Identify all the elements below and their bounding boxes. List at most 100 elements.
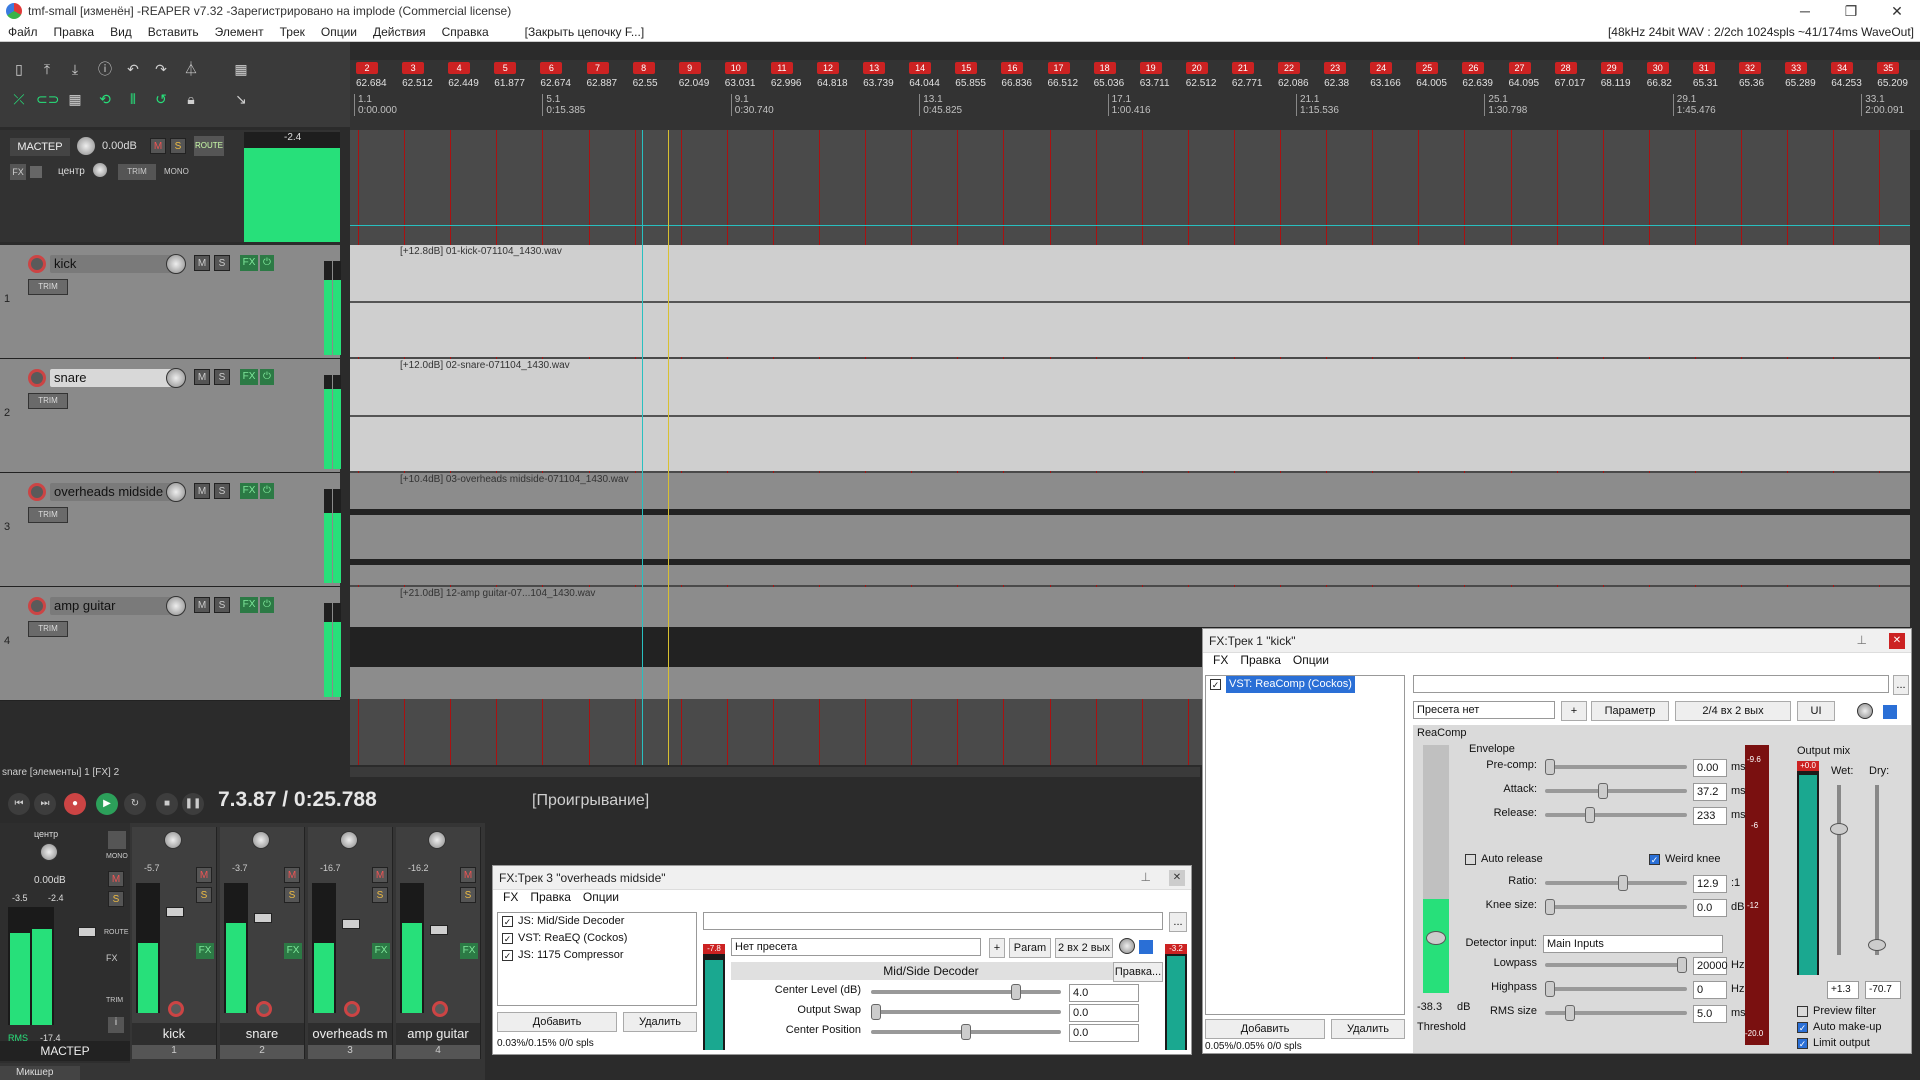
param-value[interactable]: 0.0 [1069, 1024, 1139, 1042]
tempo-marker[interactable]: 23 [1324, 62, 1347, 74]
tempo-marker[interactable]: 7 [586, 62, 609, 74]
slider-thumb[interactable] [1584, 807, 1595, 823]
fx3-wet-knob[interactable] [1119, 938, 1135, 954]
fx1-param-button[interactable]: Параметр [1591, 701, 1669, 721]
precomp-slider[interactable] [1545, 759, 1687, 775]
threshold-thumb[interactable] [1426, 931, 1446, 945]
save-project-icon[interactable]: ⤓ [64, 58, 86, 80]
menu-actions[interactable]: Действия [365, 25, 434, 39]
grid-icon[interactable]: ▦ [230, 58, 252, 80]
fx3-edit-button[interactable]: Правка... [1113, 962, 1163, 982]
fx3-bypass-check[interactable] [1139, 940, 1153, 954]
media-item-snare[interactable]: [+12.0dB] 02-snare-071104_1430.wav [350, 359, 1910, 471]
threshold-value[interactable]: -38.3 [1417, 1001, 1442, 1013]
trim-button[interactable]: TRIM [28, 393, 68, 409]
wet-value[interactable]: +1.3 [1827, 981, 1859, 999]
slider-thumb[interactable] [1617, 875, 1628, 891]
slider-thumb[interactable] [1564, 1005, 1575, 1021]
mixer-master-mono-button[interactable] [108, 831, 126, 849]
track-1[interactable]: 1 kick M S FX ⏻ TRIM [0, 245, 341, 359]
fx1-wet-knob[interactable] [1857, 703, 1873, 719]
fx3-preset-name[interactable] [703, 912, 1163, 930]
tempo-marker[interactable]: 26 [1462, 62, 1485, 74]
checkbox[interactable]: ✓ [502, 933, 513, 944]
trim-button[interactable]: TRIM [28, 279, 68, 295]
fx1-preset-name[interactable] [1413, 675, 1889, 693]
tempo-marker[interactable]: 29 [1600, 62, 1623, 74]
mute-button[interactable]: M [372, 867, 388, 883]
envelope-icon[interactable]: ⦀ [122, 88, 144, 110]
slider-thumb[interactable] [1545, 899, 1555, 915]
new-project-icon[interactable]: ▯ [8, 58, 30, 80]
menu-file[interactable]: Файл [0, 25, 46, 39]
track-name[interactable]: kick [50, 255, 178, 273]
track-name[interactable]: snare [50, 369, 178, 387]
record-arm-button[interactable] [432, 1001, 448, 1017]
auto-release-checkbox[interactable]: Auto release [1465, 853, 1543, 865]
master-pan-knob[interactable] [92, 162, 108, 178]
menu-close-chain[interactable]: [Закрыть цепочку F...] [517, 25, 653, 39]
dry-slider[interactable] [1868, 785, 1886, 955]
solo-button[interactable]: S [196, 887, 212, 903]
fx3-pin-icon[interactable]: ⊥ [1141, 870, 1151, 884]
track-volume-knob[interactable] [166, 368, 186, 388]
fx-bypass-icon[interactable]: ⏻ [260, 483, 274, 499]
auto-makeup-checkbox[interactable]: ✓ Auto make-up [1797, 1021, 1881, 1033]
track-3[interactable]: 3 overheads midside M S FX ⏻ TRIM [0, 473, 341, 587]
ratio-slider[interactable] [1545, 875, 1687, 891]
checkbox[interactable] [1797, 1005, 1808, 1017]
record-button[interactable]: ● [64, 793, 86, 815]
tempo-marker[interactable]: 8 [632, 62, 655, 74]
menu-help[interactable]: Справка [434, 25, 497, 39]
fx1-chain-item[interactable]: ✓ VST: ReaComp (Cockos) [1206, 676, 1404, 693]
fx1-menu-fx[interactable]: FX [1207, 653, 1234, 671]
track-volume-knob[interactable] [166, 254, 186, 274]
wet-thumb[interactable] [1830, 823, 1848, 835]
dry-thumb[interactable] [1868, 939, 1886, 951]
tempo-marker[interactable]: 30 [1646, 62, 1669, 74]
mute-button[interactable]: M [284, 867, 300, 883]
mute-button[interactable]: M [460, 867, 476, 883]
fx-button[interactable]: FX [196, 943, 214, 959]
mixer-master-fx[interactable]: FX [106, 953, 118, 963]
slider-thumb[interactable] [1677, 957, 1687, 973]
menu-track[interactable]: Трек [272, 25, 313, 39]
channel-name[interactable]: amp guitar [396, 1023, 480, 1045]
param-slider[interactable] [871, 1024, 1061, 1040]
slider-thumb[interactable] [1597, 783, 1608, 799]
preview-filter-checkbox[interactable]: Preview filter [1797, 1005, 1876, 1017]
knee-slider[interactable] [1545, 899, 1687, 915]
fx-button[interactable]: FX [284, 943, 302, 959]
fx3-add-preset[interactable]: + [989, 938, 1005, 958]
mute-button[interactable]: M [194, 483, 210, 499]
fx-button[interactable]: FX [240, 483, 258, 499]
minimize-icon[interactable]: ─ [1782, 3, 1828, 20]
trim-button[interactable]: TRIM [28, 507, 68, 523]
fx3-chain-item[interactable]: ✓ VST: ReaEQ (Cockos) [498, 930, 696, 947]
stop-button[interactable]: ■ [156, 793, 178, 815]
tempo-marker[interactable]: 4 [448, 62, 471, 74]
tempo-marker[interactable]: 28 [1554, 62, 1577, 74]
lowpass-value[interactable]: 20000 [1693, 957, 1728, 975]
tempo-marker[interactable]: 17 [1047, 62, 1070, 74]
weird-knee-checkbox[interactable]: ✓ Weird knee [1649, 853, 1720, 865]
checkbox[interactable]: ✓ [1797, 1021, 1808, 1033]
track-volume-knob[interactable] [166, 596, 186, 616]
fx3-remove-button[interactable]: Удалить [623, 1012, 697, 1032]
mute-button[interactable]: M [194, 597, 210, 613]
record-arm-button[interactable] [28, 483, 46, 501]
volume-fader[interactable] [342, 919, 360, 929]
channel-name[interactable]: overheads m [308, 1023, 392, 1045]
menu-item[interactable]: Элемент [207, 25, 272, 39]
fx-button[interactable]: FX [240, 255, 258, 271]
record-arm-button[interactable] [28, 597, 46, 615]
mixer-master-solo[interactable]: S [108, 891, 124, 907]
repeat-icon[interactable]: ↻ [124, 793, 146, 815]
record-arm-button[interactable] [256, 1001, 272, 1017]
master-solo-button[interactable]: S [170, 138, 186, 154]
mute-button[interactable]: M [194, 255, 210, 271]
master-mute-button[interactable]: M [150, 138, 166, 154]
fx1-preset-select[interactable]: Пресета нет [1413, 701, 1555, 719]
fx3-menu-fx[interactable]: FX [497, 890, 524, 908]
tempo-marker[interactable]: 32 [1739, 62, 1761, 74]
